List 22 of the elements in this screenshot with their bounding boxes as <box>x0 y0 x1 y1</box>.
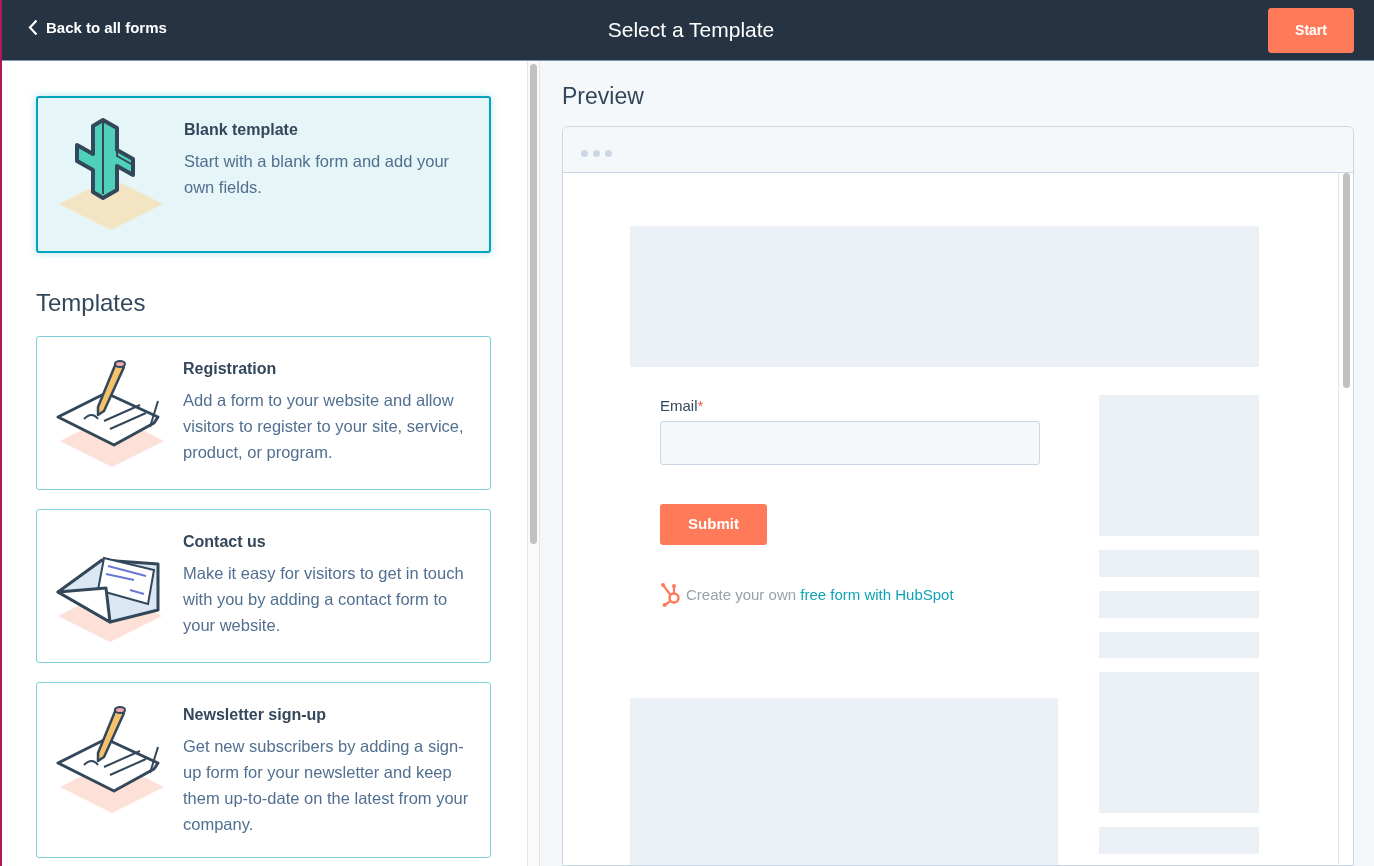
email-field[interactable] <box>660 421 1040 466</box>
footer-text: Create your own free form with HubSpot <box>686 584 954 605</box>
template-title: Newsletter sign-up <box>183 704 328 725</box>
template-description: Get new subscribers by adding a sign-up form for your newsletter and keep them up-to-date on the latest from your company. <box>183 735 470 835</box>
template-description: Add a form to your website and allow visitors to register to your site, service, product, or program. <box>183 389 465 463</box>
page-title: Select a Template <box>607 17 775 44</box>
template-title: Contact us <box>183 531 267 552</box>
template-description: Make it easy for visitors to get in touch with you by adding a contact form to your website. <box>183 562 465 636</box>
template-title: Blank template <box>184 120 299 140</box>
template-card[interactable]: Contact us Make it easy for visitors to get in touch with you by adding a contact form to your website. <box>36 508 491 663</box>
scrollbar[interactable] <box>1338 172 1353 865</box>
template-title: Registration <box>183 358 278 379</box>
template-card[interactable]: Newsletter sign-up Get new subscribers by adding a sign-up form for your newsletter and keep them up-to-date on the latest from your company. <box>36 681 491 858</box>
field-label: Email* <box>660 395 705 416</box>
sprocket-icon <box>660 583 682 608</box>
template-card[interactable]: Registration Add a form to your website and allow visitors to register to your site, service, product, or program. <box>36 335 491 490</box>
template-card[interactable]: Blank template Start with a blank form and add your own fields. <box>36 96 491 253</box>
scrollbar[interactable] <box>527 61 540 866</box>
template-description: Start with a blank form and add your own fields. <box>184 151 451 198</box>
chevron-left-icon <box>28 19 38 37</box>
section-heading: Templates <box>36 289 147 318</box>
preview-heading: Preview <box>562 83 645 111</box>
